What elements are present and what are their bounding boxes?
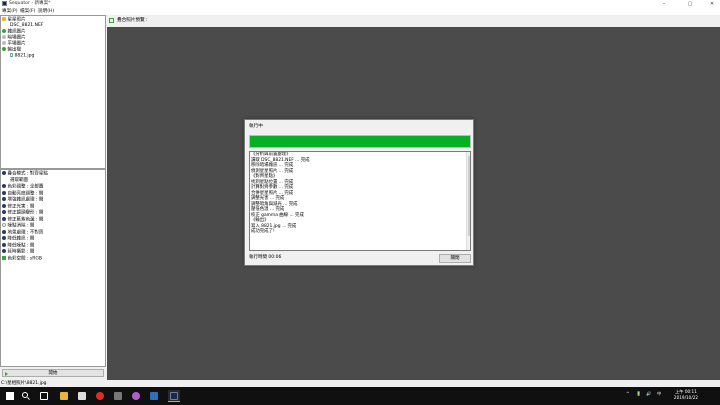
- sequator-icon: [170, 392, 178, 400]
- settings-panel: 疊合模式 : 對齊星點選取範圍色彩調整 : 全部圖自動亮度調整 : 開增強雜訊處…: [0, 169, 106, 367]
- setting-icon: [2, 184, 6, 188]
- setting-label: 色彩調整 : 全部圖: [8, 185, 44, 190]
- setting-icon: [2, 191, 6, 195]
- taskbar-app-1[interactable]: [112, 390, 124, 402]
- taskbar-photos[interactable]: [148, 390, 160, 402]
- window-title: Sequator - 新專案*: [9, 1, 51, 7]
- preview-icon[interactable]: [109, 18, 114, 23]
- preview-header: 疊合照片預覽 :: [107, 15, 720, 27]
- photos-icon: [150, 392, 158, 400]
- progress-dialog: 執行中 《分析與前置處理》讀取 DSC_8821.NEF ... 完成移除暗場雜…: [244, 119, 474, 266]
- progress-bar: [249, 135, 471, 148]
- setting-icon: [2, 236, 6, 240]
- title-bar: Sequator - 新專案* – ▢ ✕: [0, 0, 720, 8]
- setting-label: 疊合模式 : 對齊星點: [8, 172, 48, 177]
- app-icon-2: [132, 392, 140, 400]
- gray-icon: [2, 41, 6, 45]
- clock-date: 2019/10/22: [668, 395, 704, 401]
- battery-icon[interactable]: 🔋: [636, 391, 641, 397]
- close-window-button[interactable]: ✕: [706, 0, 718, 8]
- setting-icon: [2, 197, 6, 201]
- taskbar-explorer[interactable]: [58, 390, 70, 402]
- setting-label: 降低噪點 : 開: [8, 243, 35, 248]
- setting-item[interactable]: 色彩空間 : sRGB: [2, 256, 42, 263]
- setting-icon: [2, 256, 6, 260]
- log-scroll-thumb[interactable]: [468, 156, 471, 236]
- start-button-label: 開始: [49, 371, 58, 376]
- menu-project[interactable]: 專案(P): [2, 8, 18, 15]
- menu-help[interactable]: 說明(H): [38, 8, 54, 15]
- log-scrollbar[interactable]: [466, 152, 470, 250]
- tree-item-label: DSC_8821.NEF: [10, 23, 43, 28]
- setting-icon: [2, 204, 6, 208]
- setting-icon: [2, 223, 6, 227]
- dialog-title: 執行中: [249, 124, 263, 130]
- tree-item[interactable]: 8821.jpg: [10, 53, 34, 59]
- setting-icon: [2, 210, 6, 214]
- log-line: 成功完成了!: [250, 229, 470, 235]
- task-view-icon: [40, 392, 48, 400]
- tray-overflow-icon[interactable]: ^: [626, 391, 630, 396]
- task-view-button[interactable]: [38, 390, 50, 402]
- setting-icon: [2, 217, 6, 221]
- dialog-close-button[interactable]: 關閉: [439, 254, 471, 263]
- tree-item-label: 星星照片: [8, 18, 26, 23]
- setting-label: 降低雜訊 : 開: [8, 237, 35, 242]
- taskbar-sequator[interactable]: [168, 390, 180, 402]
- maximize-button[interactable]: ▢: [684, 0, 696, 8]
- menu-bar: 專案(P) 檔案(F) 說明(H): [0, 8, 720, 15]
- setting-icon: [2, 171, 6, 175]
- setting-label: 修正鏡頭變形 : 開: [8, 211, 44, 216]
- tree-item-label: 平場圖片: [8, 42, 26, 47]
- preview-header-label: 疊合照片預覽 :: [117, 17, 148, 24]
- project-tree-panel: 星星照片DSC_8821.NEF 雜訊圖片暗場圖片平場圖片輸出檔8821.jpg: [0, 15, 106, 169]
- setting-icon: [2, 249, 6, 253]
- tree-item-label: 8821.jpg: [15, 54, 35, 59]
- search-button[interactable]: [20, 390, 32, 402]
- setting-label: 延時攝影 : 開: [8, 250, 35, 255]
- tree-item-label: 輸出檔: [8, 48, 22, 53]
- windows-logo-icon: [6, 392, 14, 400]
- minimize-button[interactable]: –: [658, 0, 670, 8]
- folder-icon: [2, 17, 6, 21]
- log-textbox[interactable]: 《分析與前置處理》讀取 DSC_8821.NEF ... 完成移除暗場雜訊 ..…: [249, 151, 471, 251]
- setting-icon: [2, 230, 6, 234]
- gray-icon: [2, 35, 6, 39]
- folder-icon: [60, 392, 68, 400]
- input-method-icon[interactable]: 中: [657, 391, 661, 397]
- start-button[interactable]: 開始: [2, 369, 104, 377]
- taskbar: ^ 🔋 🔊 中 上午 00:11 2019/10/22: [0, 387, 720, 405]
- setting-label: 色彩空間 : sRGB: [8, 256, 42, 261]
- play-icon: [5, 372, 8, 376]
- ok-icon: [2, 47, 6, 51]
- app-icon-1: [114, 392, 122, 400]
- start-menu-button[interactable]: [4, 390, 16, 402]
- store-icon: [78, 392, 86, 400]
- setting-label: 修正藍紫色邊 : 開: [8, 217, 44, 222]
- file-icon: [10, 53, 13, 57]
- status-bar: C:\星相照片\8821.jpg: [0, 380, 720, 387]
- tree-item-label: 暗場圖片: [8, 36, 26, 41]
- ok-icon: [2, 29, 6, 33]
- setting-label: 選取範圍: [10, 178, 28, 183]
- tree-item-label: 雜訊圖片: [8, 30, 26, 35]
- menu-file[interactable]: 檔案(F): [20, 8, 35, 15]
- progress-fill: [250, 136, 470, 147]
- app-icon: [2, 1, 7, 6]
- taskbar-store[interactable]: [76, 390, 88, 402]
- taskbar-app-2[interactable]: [130, 390, 142, 402]
- log-lines: 《分析與前置處理》讀取 DSC_8821.NEF ... 完成移除暗場雜訊 ..…: [250, 152, 470, 235]
- setting-label: 噪點消除 : 開: [8, 224, 35, 229]
- setting-label: 地景處理 : 不對齊: [8, 230, 44, 235]
- setting-label: 修正光害 : 開: [8, 204, 35, 209]
- system-clock[interactable]: 上午 00:11 2019/10/22: [668, 389, 704, 401]
- setting-label: 增強雜訊處理 : 開: [8, 198, 44, 203]
- elapsed-time: 執行時間 00:06: [249, 255, 281, 261]
- taskbar-chrome[interactable]: [94, 390, 106, 402]
- setting-icon: [2, 243, 6, 247]
- setting-label: 自動亮度調整 : 開: [8, 191, 44, 196]
- volume-icon[interactable]: 🔊: [646, 391, 651, 397]
- chrome-icon: [96, 392, 104, 400]
